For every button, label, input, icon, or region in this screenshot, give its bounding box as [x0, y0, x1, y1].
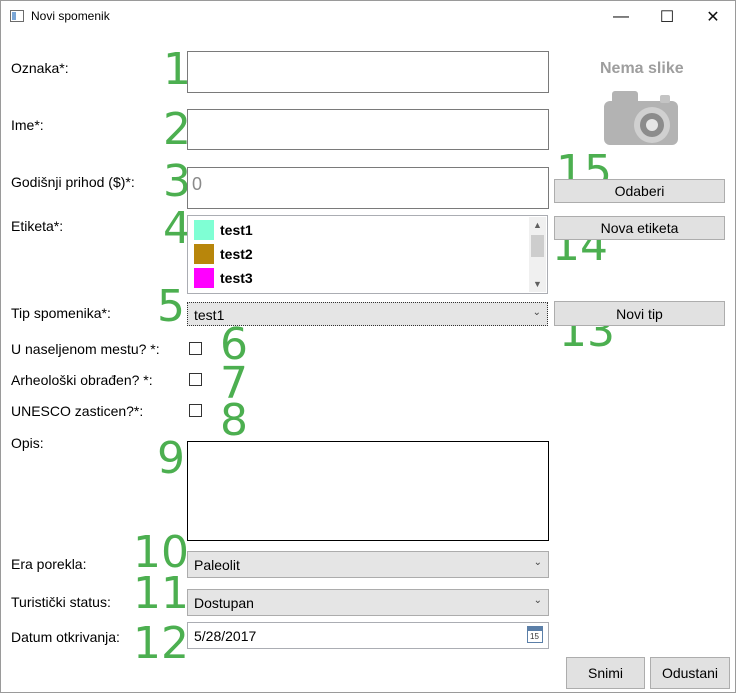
color-swatch	[194, 268, 214, 288]
era-select[interactable]: Paleolit ⌄	[187, 551, 549, 578]
list-item-label: test2	[220, 246, 253, 262]
scroll-down-icon[interactable]: ▼	[529, 276, 546, 292]
scroll-thumb[interactable]	[531, 235, 544, 257]
list-item[interactable]: test1	[194, 219, 253, 241]
nova-etiketa-button[interactable]: Nova etiketa	[554, 216, 725, 240]
ime-label: Ime*:	[11, 117, 44, 133]
naseljeno-label: U naseljenom mestu? *:	[11, 341, 160, 357]
title-bar: Novi spomenik — ☐ ✕	[1, 1, 735, 32]
odustani-button[interactable]: Odustani	[650, 657, 730, 689]
maximize-button[interactable]: ☐	[644, 1, 690, 32]
scroll-up-icon[interactable]: ▲	[529, 217, 546, 233]
era-label: Era porekla:	[11, 556, 87, 572]
color-swatch	[194, 244, 214, 264]
prihod-input[interactable]: 0	[187, 167, 549, 209]
tip-selected-value: test1	[194, 307, 225, 323]
list-item-label: test3	[220, 270, 253, 286]
etiketa-listbox[interactable]: test1 test2 test3 ▲ ▼	[187, 215, 548, 294]
turisticki-selected-value: Dostupan	[194, 595, 254, 611]
annotation-number: 8	[220, 395, 248, 446]
tip-select[interactable]: test1 ⌄	[187, 302, 548, 326]
close-button[interactable]: ✕	[690, 1, 736, 32]
minimize-button[interactable]: —	[598, 1, 644, 32]
window-title: Novi spomenik	[31, 9, 110, 23]
oznaka-label: Oznaka*:	[11, 60, 69, 76]
list-item-label: test1	[220, 222, 253, 238]
etiketa-label: Etiketa*:	[11, 218, 64, 234]
turisticki-select[interactable]: Dostupan ⌄	[187, 589, 549, 616]
camera-icon	[604, 91, 678, 145]
datum-label: Datum otkrivanja:	[11, 629, 120, 645]
datum-value: 5/28/2017	[194, 628, 257, 644]
calendar-icon[interactable]: 15	[527, 626, 543, 643]
ime-input[interactable]	[187, 109, 549, 150]
chevron-down-icon: ⌄	[533, 595, 542, 606]
no-image-label: Nema slike	[600, 60, 684, 77]
novi-tip-button[interactable]: Novi tip	[554, 301, 725, 326]
color-swatch	[194, 220, 214, 240]
app-icon	[10, 10, 24, 22]
oznaka-input[interactable]	[187, 51, 549, 93]
opis-label: Opis:	[11, 435, 44, 451]
datum-picker[interactable]: 5/28/2017 15	[187, 622, 549, 649]
turisticki-label: Turistički status:	[11, 594, 111, 610]
prihod-value: 0	[192, 174, 203, 194]
tip-label: Tip spomenika*:	[11, 305, 111, 321]
naseljeno-checkbox[interactable]	[189, 342, 202, 355]
era-selected-value: Paleolit	[194, 557, 240, 573]
unesco-label: UNESCO zasticen?*:	[11, 403, 144, 419]
chevron-down-icon: ⌄	[532, 307, 541, 318]
arheoloski-checkbox[interactable]	[189, 373, 202, 386]
annotation-number: 11	[133, 568, 189, 619]
listbox-scrollbar[interactable]: ▲ ▼	[529, 217, 546, 292]
chevron-down-icon: ⌄	[533, 557, 542, 568]
annotation-number: 12	[133, 618, 189, 669]
annotation-number: 5	[157, 281, 185, 332]
odaberi-button[interactable]: Odaberi	[554, 179, 725, 203]
arheoloski-label: Arheološki obrađen? *:	[11, 372, 153, 388]
opis-textarea[interactable]	[187, 441, 549, 541]
snimi-button[interactable]: Snimi	[566, 657, 645, 689]
list-item[interactable]: test2	[194, 243, 253, 265]
unesco-checkbox[interactable]	[189, 404, 202, 417]
list-item[interactable]: test3	[194, 267, 253, 289]
annotation-number: 9	[157, 433, 185, 484]
prihod-label: Godišnji prihod ($)*:	[11, 174, 135, 190]
